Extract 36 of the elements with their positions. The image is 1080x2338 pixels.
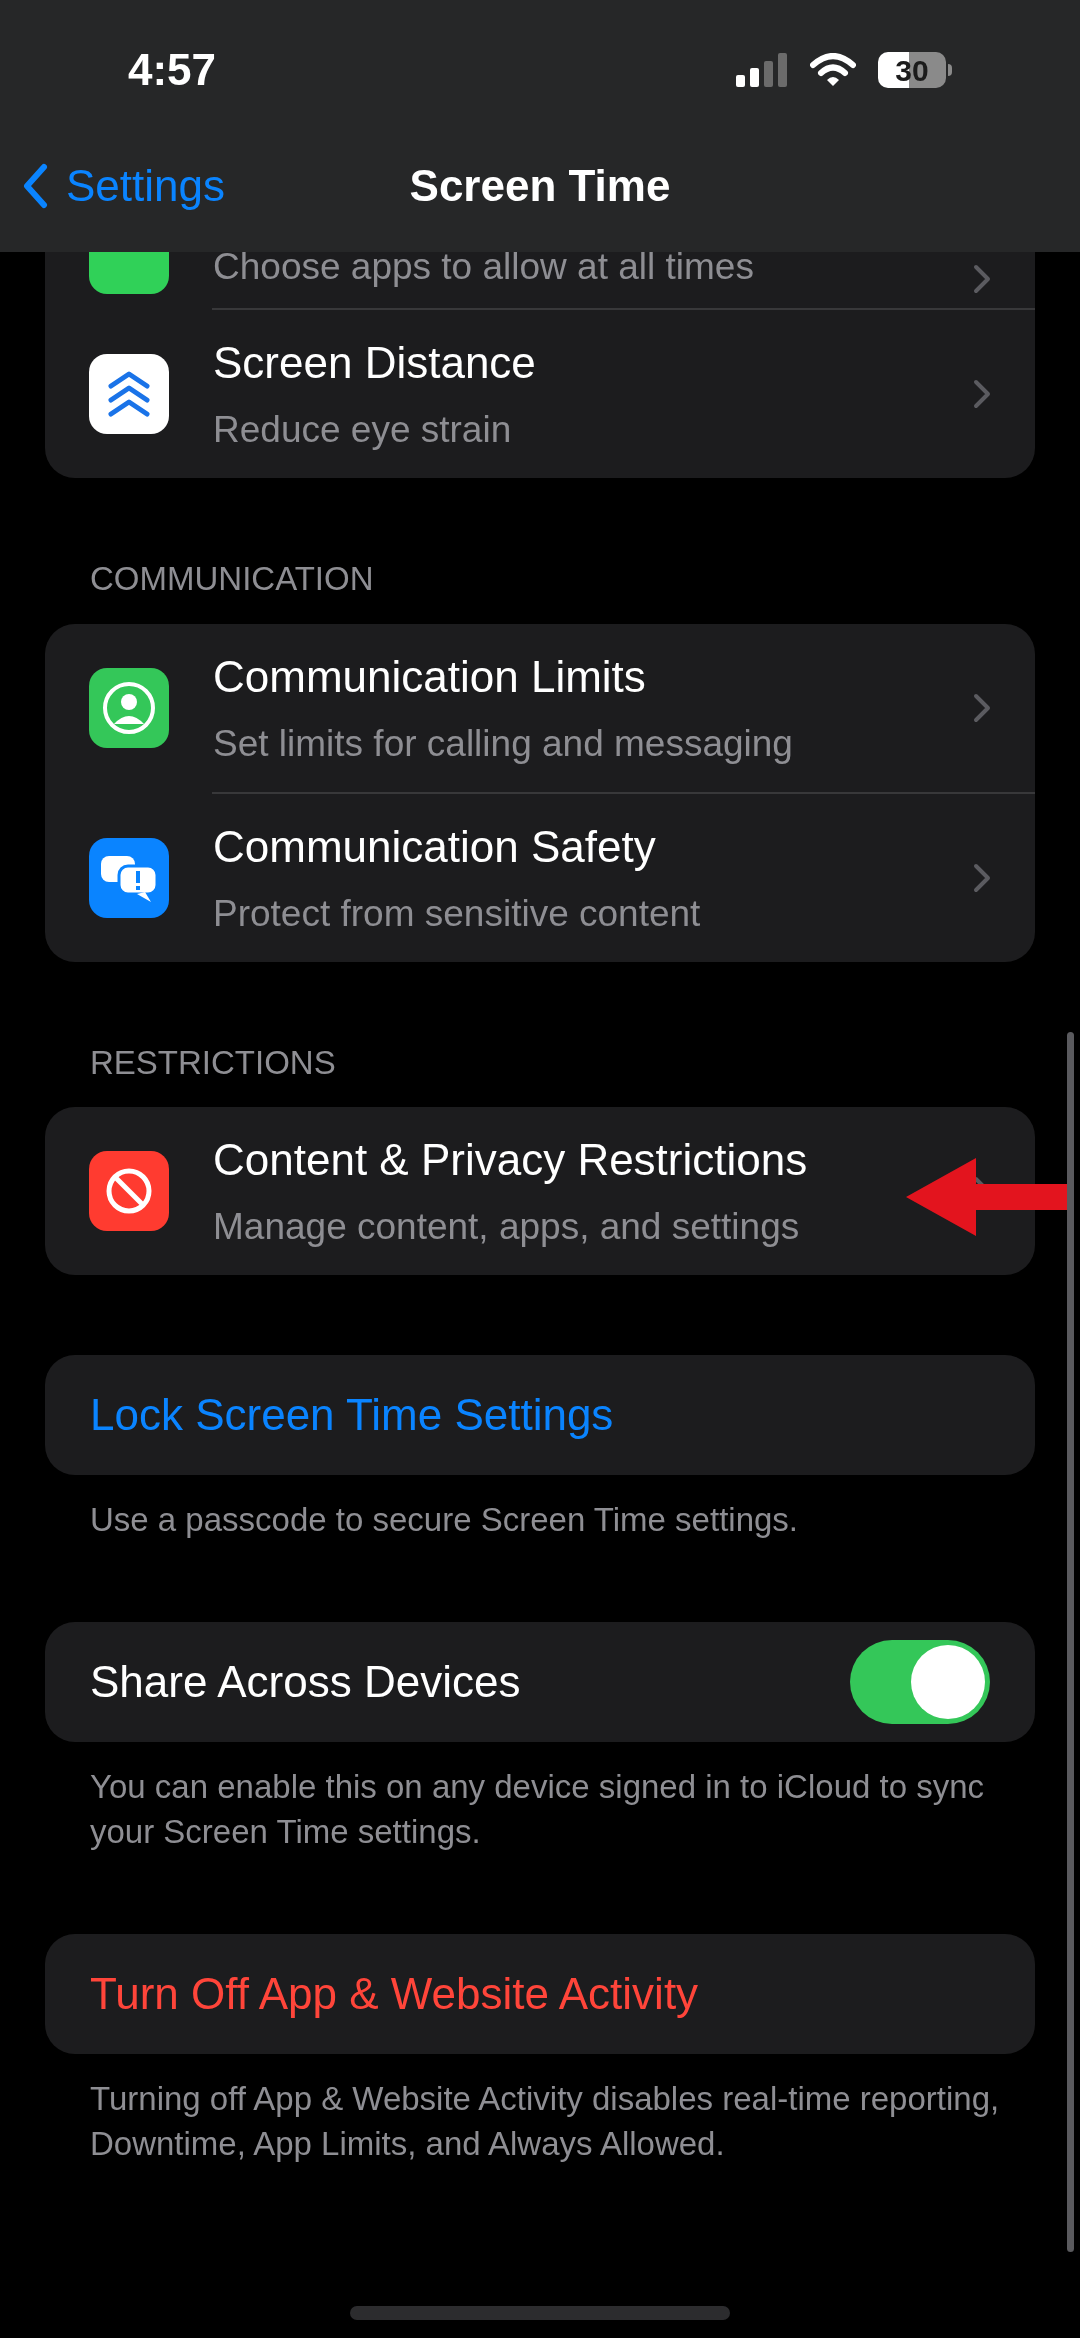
link-button[interactable]: Lock Screen Time Settings: [45, 1355, 1035, 1475]
settings-row[interactable]: Choose apps to allow at all times: [45, 252, 1035, 308]
row-title: Content & Privacy Restrictions: [213, 1134, 809, 1187]
no-entry-icon: [89, 1151, 169, 1231]
row-subtitle: Set limits for calling and messaging: [213, 721, 794, 766]
section-footer: Use a passcode to secure Screen Time settings.: [0, 1497, 1080, 1542]
row-title: Communication Limits: [213, 650, 647, 703]
row-title: Communication Safety: [213, 820, 657, 873]
back-chevron-icon: [22, 163, 48, 209]
row-subtitle: Choose apps to allow at all times: [213, 252, 755, 289]
battery-cap-icon: [948, 64, 952, 76]
toggle-label: Share Across Devices: [90, 1656, 521, 1708]
chevron-right-icon: [973, 264, 991, 294]
row-subtitle: Reduce eye strain: [213, 408, 513, 453]
section-footer: You can enable this on any device signed in to iCloud to sync your Screen Time settings.: [0, 1764, 1080, 1854]
person-icon: [89, 667, 169, 748]
chevron-right-icon: [973, 379, 991, 409]
wifi-icon: [810, 53, 856, 87]
back-button[interactable]: Settings: [22, 153, 225, 219]
destructive-button[interactable]: Turn Off App & Website Activity: [45, 1934, 1035, 2054]
chevron-right-icon: [973, 692, 991, 723]
chevrons-up-icon: [89, 354, 169, 434]
settings-row[interactable]: Communication Limits Set limits for calling and messaging: [45, 623, 1035, 792]
chevron-right-icon: [973, 862, 991, 893]
chat-bubbles-icon: [89, 837, 169, 918]
signal-icon: [736, 53, 788, 87]
status-time: 4:57: [128, 44, 217, 96]
settings-row[interactable]: Communication Safety Protect from sensitive content: [45, 793, 1035, 962]
section-header: COMMUNICATION: [89, 559, 375, 599]
row-title: Screen Distance: [213, 337, 537, 390]
row-subtitle: Protect from sensitive content: [213, 891, 702, 936]
screen-title: Screen Time: [409, 160, 671, 212]
section-footer: Turning off App & Website Activity disables real-time reporting, Downtime, App Limits, and Always Allowed.: [0, 2076, 1080, 2166]
section-header: RESTRICTIONS: [89, 1042, 337, 1083]
row-subtitle: Manage content, apps, and settings: [213, 1205, 801, 1250]
settings-row[interactable]: Screen Distance Reduce eye strain: [45, 310, 1035, 478]
